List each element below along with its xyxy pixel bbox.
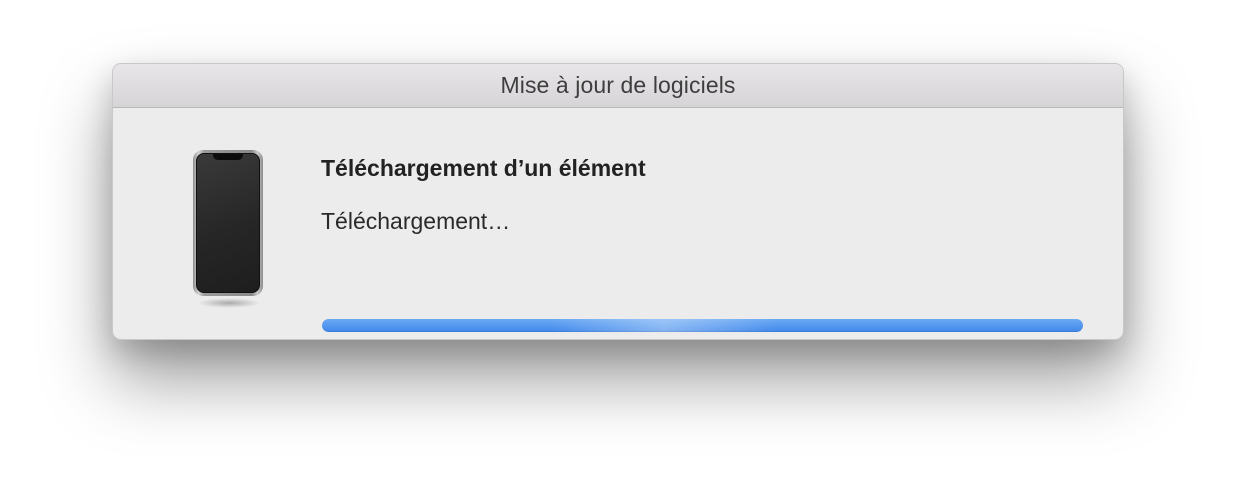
- download-heading: Téléchargement d’un élément: [321, 155, 646, 181]
- download-status-text: Téléchargement…: [321, 208, 511, 234]
- window-titlebar[interactable]: Mise à jour de logiciels: [113, 64, 1123, 108]
- software-update-window: Mise à jour de logiciels Téléchargement …: [112, 63, 1124, 340]
- iphone-body: [193, 150, 263, 296]
- window-content: Téléchargement d’un élément Téléchargeme…: [113, 108, 1123, 339]
- stage: Mise à jour de logiciels Téléchargement …: [0, 0, 1236, 500]
- iphone-icon: [189, 148, 269, 308]
- iphone-shadow: [197, 298, 261, 308]
- progress-bar-fill: [322, 319, 1083, 332]
- iphone-screen: [196, 153, 260, 293]
- download-progress-bar: [322, 319, 1083, 332]
- window-title: Mise à jour de logiciels: [500, 72, 736, 98]
- iphone-notch: [213, 154, 243, 160]
